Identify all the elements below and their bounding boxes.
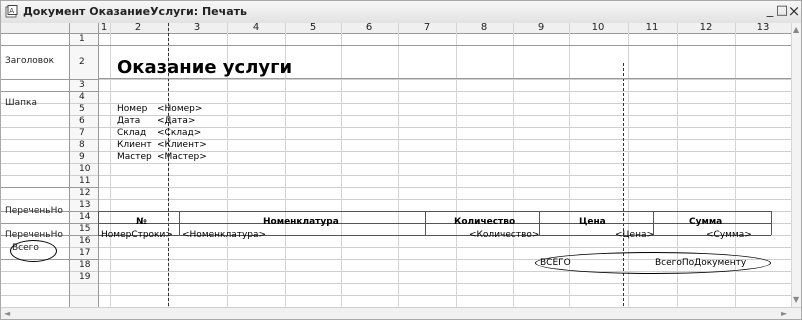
document-title: Оказание услуги (117, 57, 293, 78)
scroll-right-icon[interactable]: ► (781, 309, 787, 318)
field-value: <Мастер> (157, 152, 207, 162)
field-value: <Номер> (157, 104, 203, 114)
table-cell-price: <Цена> (615, 230, 655, 240)
row-number-18: 18 (79, 259, 91, 270)
table-header-sum: Сумма (689, 217, 723, 227)
table-header-quantity: Количество (454, 217, 516, 227)
section-label-perechen-header: ПереченьНо (5, 206, 63, 216)
annotation-ellipse-vsego (10, 240, 57, 262)
row-number-2: 2 (79, 56, 85, 67)
document-icon: A (5, 5, 18, 18)
row-number-6: 6 (79, 115, 85, 126)
table-header-num: № (136, 217, 147, 227)
column-header-2: 2 (134, 23, 142, 33)
field-label: Клиент (117, 140, 152, 150)
column-header-9: 9 (537, 23, 545, 33)
table-header-price: Цена (579, 217, 606, 227)
table-cell-nomenclature: <Номенклатура> (182, 230, 267, 240)
row-number-16: 16 (79, 235, 91, 246)
table-header-nomenclature: Номенклатура (263, 217, 339, 227)
row-number-4: 4 (79, 91, 85, 102)
field-label: Номер (117, 104, 148, 114)
column-header-3: 3 (193, 23, 201, 33)
print-preview-window: A Документ ОказаниеУслуги: Печать _ □ × … (0, 0, 802, 320)
row-number-15: 15 (79, 223, 91, 234)
section-label-shapka: Шапка (5, 98, 37, 108)
section-label-perechen-row: ПереченьНо (5, 230, 63, 240)
column-header-8: 8 (480, 23, 488, 33)
column-header-band (1, 23, 791, 33)
row-number-17: 17 (79, 247, 91, 258)
row-number-19: 19 (79, 271, 91, 282)
field-label: Дата (117, 116, 141, 126)
row-number-7: 7 (79, 127, 85, 138)
table-cell-quantity: <Количество> (469, 230, 540, 240)
vertical-scrollbar[interactable]: ▲ ▼ (791, 23, 801, 307)
row-number-14: 14 (79, 211, 91, 222)
scroll-down-icon[interactable]: ▼ (793, 295, 799, 304)
row-number-9: 9 (79, 151, 85, 162)
row-number-3: 3 (79, 79, 85, 90)
row-number-11: 11 (79, 175, 91, 186)
column-header-4: 4 (252, 23, 260, 33)
column-header-1: 1 (100, 23, 108, 33)
scroll-left-icon[interactable]: ◄ (4, 309, 10, 318)
section-label-zagolovok: Заголовок (5, 56, 55, 66)
column-header-12: 12 (699, 23, 713, 33)
close-button[interactable]: × (787, 3, 801, 19)
row-number-1: 1 (79, 33, 85, 44)
column-header-7: 7 (423, 23, 431, 33)
table-cell-num: НомерСтроки> (101, 230, 173, 240)
annotation-ellipse-total (535, 252, 771, 274)
column-header-5: 5 (309, 23, 317, 33)
spreadsheet-grid[interactable]: 1 2 3 4 5 6 7 8 9 10 11 12 13 1 2 3 4 5 6 7 8 9 10 11 12 13 14 15 1… (1, 23, 791, 307)
svg-text:A: A (9, 7, 14, 15)
field-value: <Склад> (157, 128, 202, 138)
row-number-10: 10 (79, 163, 91, 174)
table-cell-sum: <Сумма> (706, 230, 752, 240)
field-value: <Клиент> (157, 140, 207, 150)
column-header-11: 11 (645, 23, 659, 33)
column-header-13: 13 (756, 23, 770, 33)
row-number-12: 12 (79, 187, 91, 198)
horizontal-scrollbar[interactable]: ◄ ► (1, 307, 801, 319)
field-value: <Дата> (157, 116, 196, 126)
column-header-6: 6 (365, 23, 373, 33)
title-bar: A Документ ОказаниеУслуги: Печать _ □ × (1, 1, 801, 24)
field-label: Склад (117, 128, 147, 138)
row-number-5: 5 (79, 103, 85, 114)
scroll-up-icon[interactable]: ▲ (793, 25, 799, 34)
field-label: Мастер (117, 152, 152, 162)
row-number-13: 13 (79, 199, 91, 210)
row-number-8: 8 (79, 139, 85, 150)
window-title: Документ ОказаниеУслуги: Печать (23, 5, 247, 18)
column-header-10: 10 (591, 23, 605, 33)
